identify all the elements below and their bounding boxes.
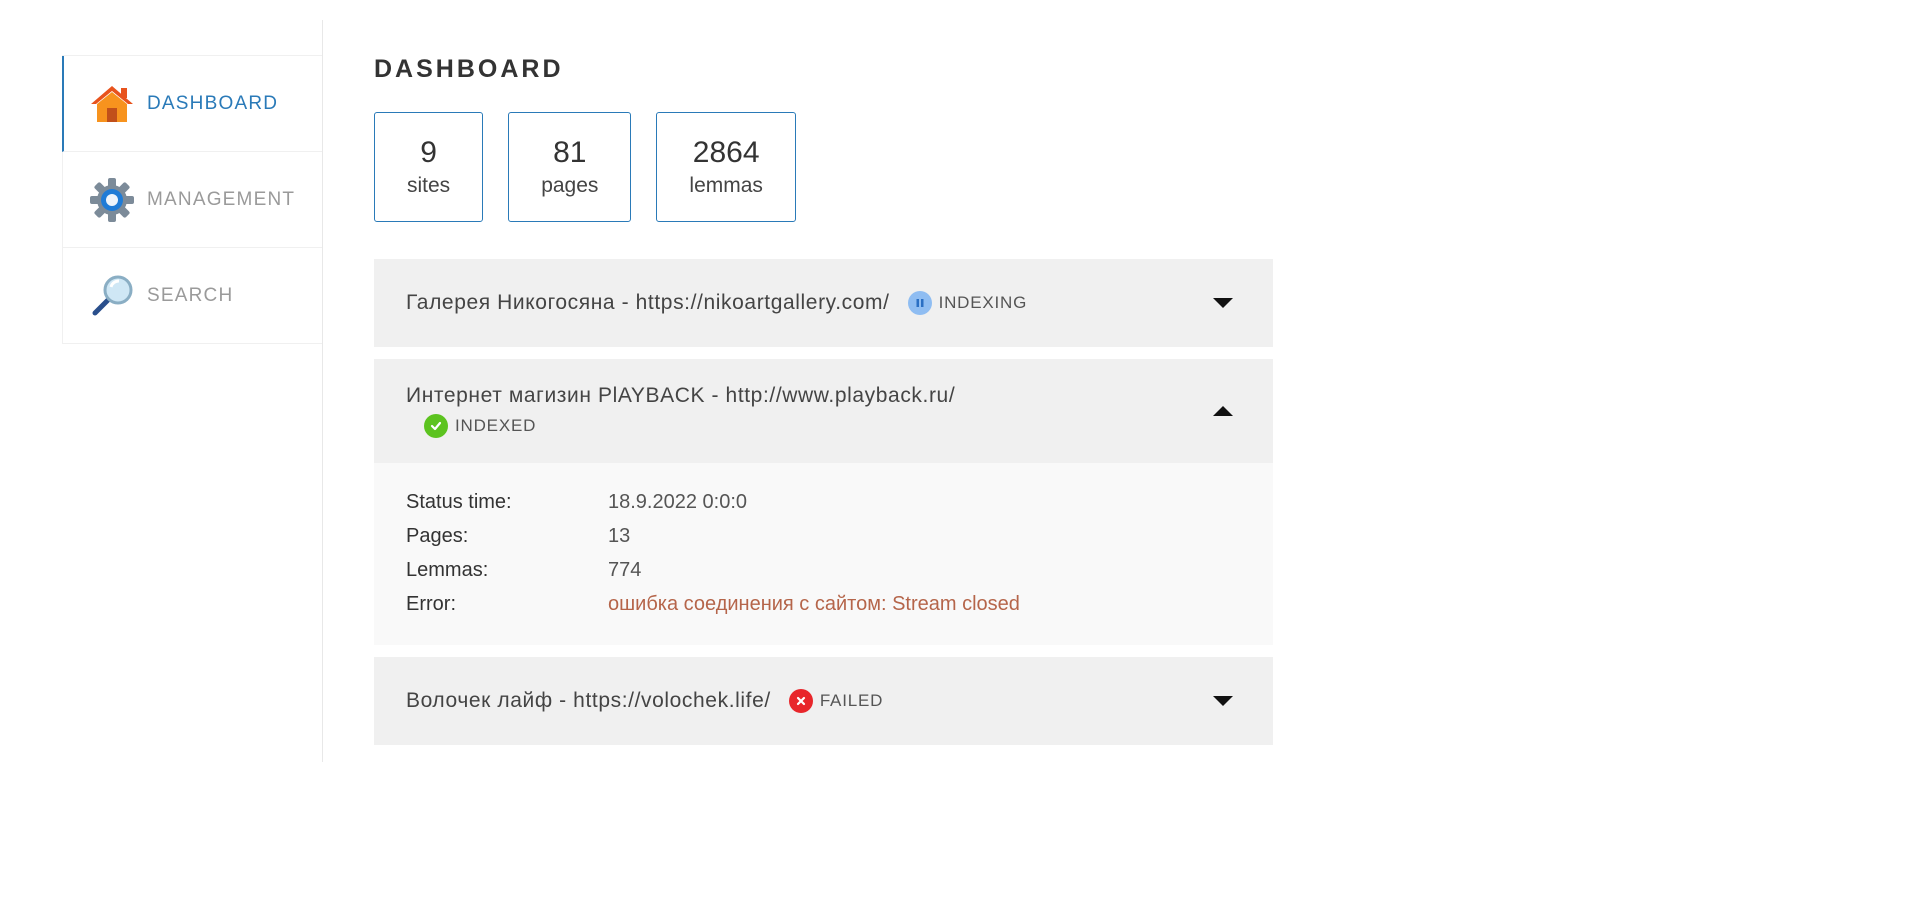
status-text: INDEXING <box>938 293 1028 312</box>
check-icon <box>424 414 448 438</box>
stat-lemmas: 2864 lemmas <box>656 112 796 222</box>
sidebar-item-label: DASHBOARD <box>147 92 279 114</box>
app-root: DASHBOARD MANAGEMENT SEARCH DASHBOARD 9 … <box>0 0 1909 903</box>
detail-key: Pages: <box>406 524 469 547</box>
status-badge: INDEXED <box>424 414 536 438</box>
stat-label: sites <box>407 174 451 197</box>
detail-key: Status time: <box>406 490 512 513</box>
home-icon <box>89 81 135 127</box>
magnifier-icon <box>89 273 135 319</box>
chevron-down-icon[interactable] <box>1213 298 1233 308</box>
site-details: Status time: 18.9.2022 0:0:0 Pages: 13 L… <box>374 463 1273 645</box>
stat-value: 9 <box>420 136 437 169</box>
status-text: FAILED <box>819 691 884 710</box>
gear-icon <box>89 177 135 223</box>
status-badge: FAILED <box>788 689 884 713</box>
sidebar-divider <box>322 20 323 762</box>
x-icon <box>788 689 813 713</box>
sidebar-item-management[interactable]: MANAGEMENT <box>62 152 322 248</box>
detail-row-error: Error: ошибка соединения с сайтом: Strea… <box>406 587 1241 621</box>
detail-row-pages: Pages: 13 <box>406 519 1241 553</box>
site-title: Галерея Никогосяна - https://nikoartgall… <box>406 291 890 314</box>
sidebar-item-dashboard[interactable]: DASHBOARD <box>62 56 322 152</box>
site-title: Волочек лайф - https://volochek.life/ <box>406 689 771 712</box>
page-title: DASHBOARD <box>374 55 564 83</box>
main-content: DASHBOARD 9 sites 81 pages 2864 lemmas Г… <box>374 52 1273 757</box>
detail-row-status-time: Status time: 18.9.2022 0:0:0 <box>406 485 1241 519</box>
site-header[interactable]: Интернет магизин PlAYBACK - http://www.p… <box>374 359 1273 463</box>
stats-row: 9 sites 81 pages 2864 lemmas <box>374 112 1273 222</box>
sidebar-item-label: MANAGEMENT <box>147 188 296 210</box>
pause-icon <box>907 291 932 315</box>
detail-key: Lemmas: <box>406 558 489 581</box>
detail-key: Error: <box>406 592 456 615</box>
stat-value: 2864 <box>692 136 760 169</box>
stat-pages: 81 pages <box>508 112 632 222</box>
sidebar: DASHBOARD MANAGEMENT SEARCH <box>62 55 322 344</box>
site-title: Интернет магизин PlAYBACK - http://www.p… <box>406 384 956 407</box>
chevron-up-icon[interactable] <box>1213 406 1233 416</box>
site-item: Интернет магизин PlAYBACK - http://www.p… <box>374 359 1273 645</box>
sidebar-item-label: SEARCH <box>147 284 234 306</box>
detail-value: 13 <box>608 524 631 547</box>
stat-label: pages <box>541 174 599 197</box>
site-item: Волочек лайф - https://volochek.life/ FA… <box>374 657 1273 745</box>
site-header[interactable]: Волочек лайф - https://volochek.life/ FA… <box>374 657 1273 745</box>
status-badge: INDEXING <box>907 291 1028 315</box>
stat-sites: 9 sites <box>374 112 484 222</box>
detail-value: 774 <box>608 558 642 581</box>
stat-value: 81 <box>553 136 587 169</box>
chevron-down-icon[interactable] <box>1213 696 1233 706</box>
status-text: INDEXED <box>455 416 537 435</box>
site-header[interactable]: Галерея Никогосяна - https://nikoartgall… <box>374 259 1273 347</box>
stat-label: lemmas <box>689 174 763 197</box>
detail-row-lemmas: Lemmas: 774 <box>406 553 1241 587</box>
sidebar-item-search[interactable]: SEARCH <box>62 248 322 344</box>
detail-value: 18.9.2022 0:0:0 <box>608 490 748 513</box>
site-item: Галерея Никогосяна - https://nikoartgall… <box>374 259 1273 347</box>
error-message: ошибка соединения с сайтом: Stream close… <box>608 592 1020 615</box>
